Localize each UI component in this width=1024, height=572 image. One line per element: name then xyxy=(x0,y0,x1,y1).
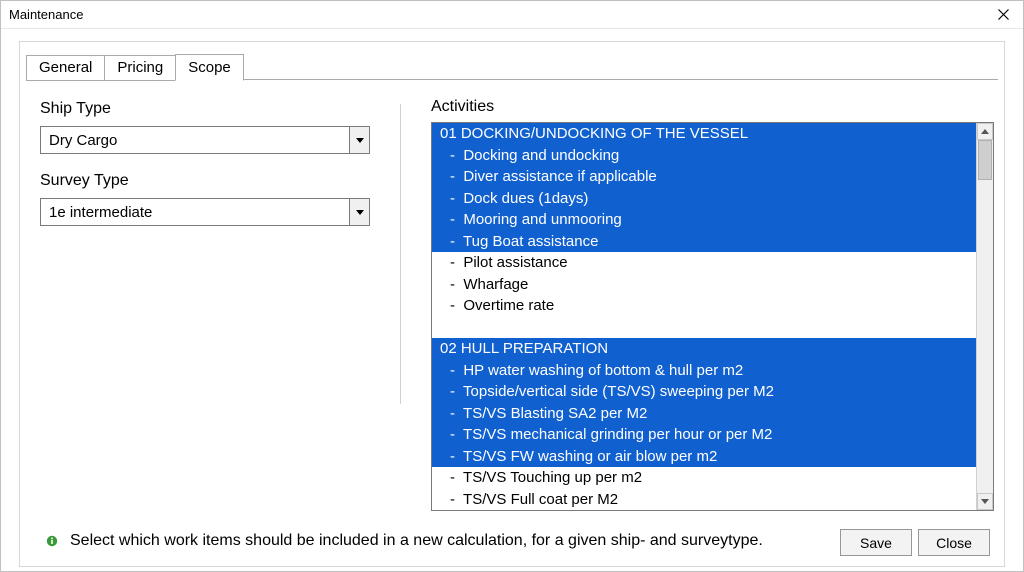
left-column: Ship Type Dry Cargo Survey Type 1e inter… xyxy=(40,98,370,511)
activity-item[interactable]: - Topside/vertical side (TS/VS) sweeping… xyxy=(432,381,976,403)
activity-item[interactable]: - TS/VS mechanical grinding per hour or … xyxy=(432,424,976,446)
activity-item[interactable]: - Tug Boat assistance xyxy=(432,231,976,253)
chevron-down-icon xyxy=(356,138,364,143)
window-close-button[interactable] xyxy=(983,1,1023,29)
activity-item[interactable]: - TS/VS Touching up per m2 xyxy=(432,467,976,489)
activity-item[interactable]: - Mooring and unmooring xyxy=(432,209,976,231)
scroll-up-button[interactable] xyxy=(977,123,993,140)
activity-item[interactable]: - Pilot assistance xyxy=(432,252,976,274)
content-frame: General Pricing Scope Ship Type Dry Carg… xyxy=(19,41,1005,567)
activities-scrollbar[interactable] xyxy=(976,123,993,510)
tab-strip: General Pricing Scope xyxy=(20,50,1004,80)
scrollbar-thumb[interactable] xyxy=(978,140,992,180)
tab-pricing[interactable]: Pricing xyxy=(104,55,176,81)
tab-scope[interactable]: Scope xyxy=(175,54,244,81)
activities-label: Activities xyxy=(431,98,994,116)
close-icon xyxy=(998,9,1009,20)
activity-item[interactable]: - TS/VS Blasting SA2 per M2 xyxy=(432,403,976,425)
scrollbar-track[interactable] xyxy=(977,140,993,493)
chevron-down-icon xyxy=(981,499,989,504)
ship-type-dropdown-button[interactable] xyxy=(349,127,369,153)
activities-list-content: 01 DOCKING/UNDOCKING OF THE VESSEL- Dock… xyxy=(432,123,976,510)
info-icon xyxy=(46,535,58,547)
ship-type-value: Dry Cargo xyxy=(41,132,349,149)
maintenance-window: Maintenance General Pricing Scope Ship T… xyxy=(0,0,1024,572)
activity-item[interactable]: - Overtime rate xyxy=(432,295,976,317)
activity-item xyxy=(432,317,976,339)
activity-group-header[interactable]: 02 HULL PREPARATION xyxy=(432,338,976,360)
activity-item[interactable]: - Docking and undocking xyxy=(432,145,976,167)
activity-item[interactable]: - TS/VS Full coat per M2 xyxy=(432,489,976,511)
chevron-up-icon xyxy=(981,129,989,134)
chevron-down-icon xyxy=(356,210,364,215)
footer-buttons: Save Close xyxy=(834,529,990,556)
ship-type-combo[interactable]: Dry Cargo xyxy=(40,126,370,154)
tab-body-scope: Ship Type Dry Cargo Survey Type 1e inter… xyxy=(20,80,1004,521)
activity-item[interactable]: - Dock dues (1days) xyxy=(432,188,976,210)
survey-type-dropdown-button[interactable] xyxy=(349,199,369,225)
footer: Select which work items should be includ… xyxy=(20,521,1004,566)
scroll-down-button[interactable] xyxy=(977,493,993,510)
survey-type-value: 1e intermediate xyxy=(41,204,349,221)
window-title: Maintenance xyxy=(9,7,983,22)
save-button[interactable]: Save xyxy=(840,529,912,556)
activity-item[interactable]: - Wharfage xyxy=(432,274,976,296)
close-button[interactable]: Close xyxy=(918,529,990,556)
right-column: Activities 01 DOCKING/UNDOCKING OF THE V… xyxy=(431,98,994,511)
activity-group-header[interactable]: 01 DOCKING/UNDOCKING OF THE VESSEL xyxy=(432,123,976,145)
titlebar: Maintenance xyxy=(1,1,1023,29)
activity-item[interactable]: - HP water washing of bottom & hull per … xyxy=(432,360,976,382)
ship-type-label: Ship Type xyxy=(40,100,370,118)
activity-item[interactable]: - TS/VS FW washing or air blow per m2 xyxy=(432,446,976,468)
tab-general[interactable]: General xyxy=(26,55,105,81)
activity-item[interactable]: - Diver assistance if applicable xyxy=(432,166,976,188)
vertical-divider xyxy=(400,104,401,404)
survey-type-combo[interactable]: 1e intermediate xyxy=(40,198,370,226)
survey-type-label: Survey Type xyxy=(40,172,370,190)
activities-listbox[interactable]: 01 DOCKING/UNDOCKING OF THE VESSEL- Dock… xyxy=(431,122,994,511)
helper-text: Select which work items should be includ… xyxy=(70,531,822,551)
